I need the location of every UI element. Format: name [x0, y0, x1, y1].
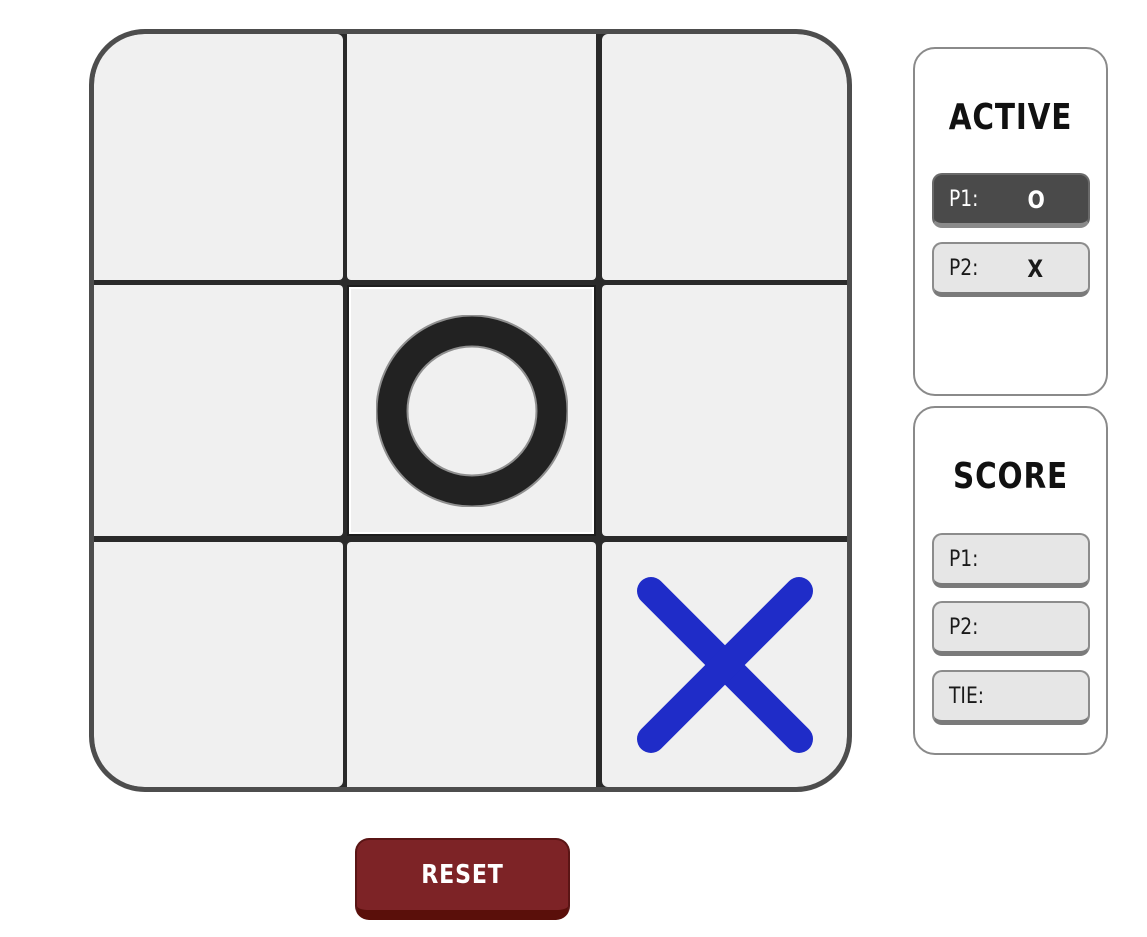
active-panel: ACTIVE P1: O P2: X [913, 47, 1108, 396]
score-row-p1: P1: [932, 533, 1090, 588]
board-cell-r2-c1[interactable] [347, 542, 596, 787]
active-panel-title: ACTIVE [948, 97, 1073, 138]
board-cell-r0-c0[interactable] [94, 34, 343, 280]
tic-tac-toe-app: ACTIVE P1: O P2: X SCORE P1: P2: TIE: RE… [0, 0, 1147, 937]
o-mark-icon [375, 314, 568, 507]
player-1-label: P1: [949, 187, 979, 212]
score-tie-label: TIE: [949, 684, 985, 709]
active-player-1: P1: O [932, 173, 1090, 228]
player-2-symbol: X [1027, 255, 1044, 283]
board-cell-r2-c2[interactable] [602, 542, 847, 787]
board-cell-r0-c1[interactable] [347, 34, 596, 280]
active-player-2: P2: X [932, 242, 1090, 297]
score-p1-label: P1: [949, 547, 979, 572]
board-cell-r1-c1[interactable] [347, 285, 596, 536]
board-cell-r1-c0[interactable] [94, 285, 343, 536]
player-1-symbol: O [1027, 186, 1045, 214]
reset-button[interactable]: RESET [355, 838, 570, 920]
board-cell-r2-c0[interactable] [94, 542, 343, 787]
x-mark-icon [636, 576, 813, 753]
score-panel: SCORE P1: P2: TIE: [913, 406, 1108, 755]
game-board [89, 29, 852, 792]
score-panel-title: SCORE [952, 456, 1069, 497]
score-p2-label: P2: [949, 615, 979, 640]
player-2-label: P2: [949, 256, 979, 281]
board-cell-r0-c2[interactable] [602, 34, 847, 280]
board-cell-r1-c2[interactable] [602, 285, 847, 536]
score-row-p2: P2: [932, 601, 1090, 656]
reset-button-label: RESET [421, 860, 504, 890]
score-row-tie: TIE: [932, 670, 1090, 725]
